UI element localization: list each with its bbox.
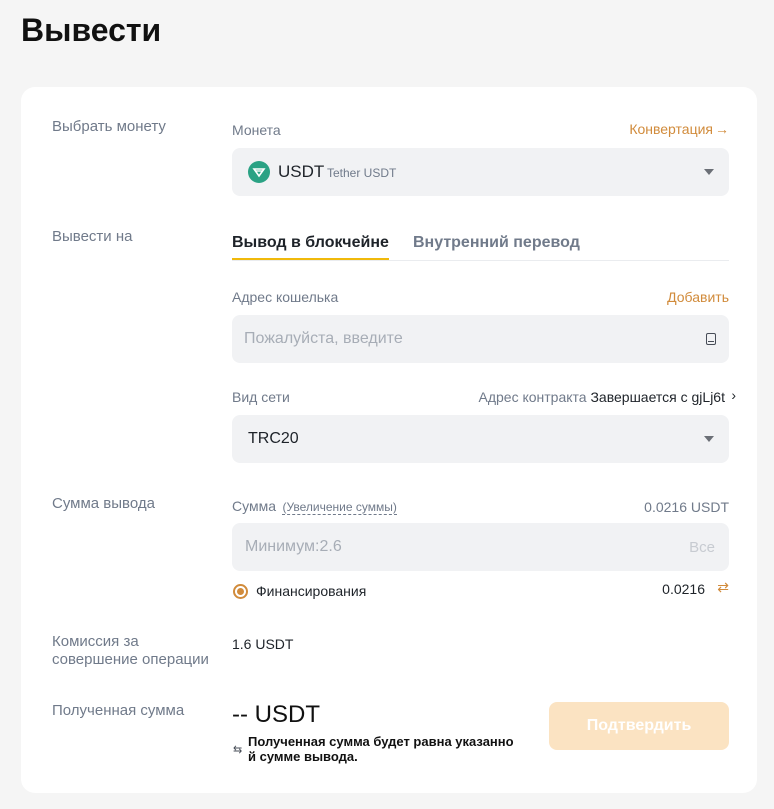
fee-label: Комиссия за совершение операции: [52, 633, 209, 669]
coin-symbol: USDT: [278, 162, 325, 181]
active-tab-indicator: [232, 258, 389, 260]
convert-link[interactable]: Конвертация →: [629, 121, 729, 137]
withdraw-amount-label: Сумма вывода: [52, 495, 155, 512]
tab-internal-transfer[interactable]: Внутренний перевод: [413, 234, 580, 252]
tab-divider: [232, 260, 729, 261]
network-label: Вид сети: [232, 389, 290, 405]
swap-arrows-icon: ⇆: [233, 744, 243, 756]
received-amount-label: Полученная сумма: [52, 702, 185, 719]
wallet-address-input[interactable]: Пожалуйста, введите: [232, 315, 729, 363]
amount-label-group: Сумма (Увеличение суммы): [232, 498, 397, 516]
available-balance: 0.0216 USDT: [644, 499, 729, 515]
wallet-address-placeholder: Пожалуйста, введите: [244, 330, 403, 347]
arrow-right-icon: →: [715, 121, 729, 137]
transfer-icon[interactable]: ⇄: [717, 579, 729, 596]
wallet-address-label: Адрес кошелька: [232, 289, 339, 305]
fee-value: 1.6 USDT: [232, 636, 294, 652]
note-line1: Полученная сумма будет равна указанно: [248, 734, 514, 749]
coin-field-label: Монета: [232, 122, 281, 138]
withdraw-to-label: Вывести на: [52, 228, 133, 245]
funding-label: Финансирования: [256, 583, 367, 599]
chevron-right-icon: ›: [731, 387, 736, 403]
all-amount-button[interactable]: Все: [689, 539, 715, 556]
received-amount-note: Полученная сумма будет равна указанно й …: [248, 734, 514, 764]
funding-value: 0.0216: [662, 581, 705, 597]
coin-name: Tether USDT: [327, 166, 397, 180]
confirm-button[interactable]: Подтвердить: [549, 702, 729, 750]
contract-address-link[interactable]: Адрес контракта Завершается с gjLj6t: [479, 389, 726, 405]
network-select[interactable]: TRC20: [232, 415, 729, 463]
chevron-down-icon: [704, 169, 714, 175]
add-address-link[interactable]: Добавить: [667, 289, 729, 305]
fee-label-line2: совершение операции: [52, 651, 209, 668]
convert-link-label: Конвертация: [629, 121, 713, 137]
select-coin-label: Выбрать монету: [52, 118, 166, 135]
amount-input[interactable]: Минимум:2.6 Все: [232, 523, 729, 571]
amount-field-label: Сумма: [232, 498, 276, 514]
network-value: TRC20: [248, 430, 299, 447]
contract-address-label: Адрес контракта: [478, 389, 587, 405]
contract-address-value: Завершается с gjLj6t: [590, 389, 725, 405]
address-book-icon[interactable]: [706, 333, 716, 345]
chevron-down-icon: [704, 436, 714, 442]
increase-amount-link[interactable]: (Увеличение суммы): [282, 500, 397, 515]
note-line2: й сумме вывода.: [248, 749, 358, 764]
received-amount-value: -- USDT: [232, 701, 320, 728]
tab-onchain-withdrawal[interactable]: Вывод в блокчейне: [232, 234, 389, 252]
fee-label-line1: Комиссия за: [52, 633, 139, 650]
coin-select[interactable]: USDT Tether USDT: [232, 148, 729, 196]
page-title: Вывести: [21, 12, 162, 48]
usdt-coin-icon: [248, 161, 270, 183]
funding-radio[interactable]: [233, 584, 248, 599]
amount-placeholder: Минимум:2.6: [245, 538, 342, 555]
withdraw-form-card: Выбрать монету Монета Конвертация → USDT …: [21, 87, 757, 793]
